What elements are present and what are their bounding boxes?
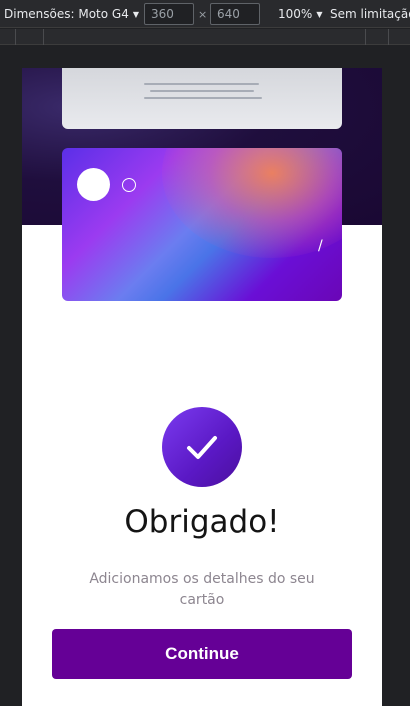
placeholder-line — [144, 97, 262, 99]
chevron-down-icon: ▼ — [316, 9, 323, 19]
placeholder-line — [144, 83, 259, 85]
devtools-device-toolbar: Dimensões: Moto G4 ▼ 360 × 640 100% ▼ Se… — [0, 0, 410, 28]
device-select[interactable]: Dimensões: Moto G4 ▼ — [4, 7, 139, 21]
dimension-separator: × — [198, 8, 208, 21]
zoom-select[interactable]: 100% ▼ — [278, 7, 322, 21]
ruler-segment[interactable] — [365, 29, 366, 45]
zoom-label: 100% — [278, 7, 313, 21]
throttle-select[interactable]: Sem limitação — [330, 7, 410, 21]
card-brand-circle-icon — [77, 168, 110, 201]
width-input[interactable]: 360 — [144, 3, 194, 25]
throttle-label: Sem limitação — [330, 7, 410, 21]
placeholder-card — [62, 68, 342, 129]
device-viewport: / Obrigado! Adicionamos os detalhes do s… — [22, 68, 382, 706]
ruler-segment[interactable] — [43, 29, 44, 45]
height-input[interactable]: 640 — [210, 3, 260, 25]
chevron-down-icon: ▼ — [132, 9, 139, 19]
expiry-separator: / — [318, 238, 323, 254]
credit-card-preview: / — [62, 148, 342, 301]
ruler-segment[interactable] — [15, 29, 16, 45]
continue-button[interactable]: Continue — [52, 629, 352, 679]
success-check-badge — [162, 407, 242, 487]
card-brand-ring-icon — [122, 178, 136, 192]
card-glow — [162, 148, 342, 258]
success-message: Adicionamos os detalhes do seu cartão — [89, 571, 315, 608]
success-title: Obrigado! — [124, 504, 280, 540]
media-query-ruler — [0, 29, 410, 45]
device-label: Dimensões: Moto G4 — [4, 7, 129, 21]
ruler-segment[interactable] — [388, 29, 389, 45]
checkmark-icon — [187, 436, 217, 459]
placeholder-line — [150, 90, 254, 92]
